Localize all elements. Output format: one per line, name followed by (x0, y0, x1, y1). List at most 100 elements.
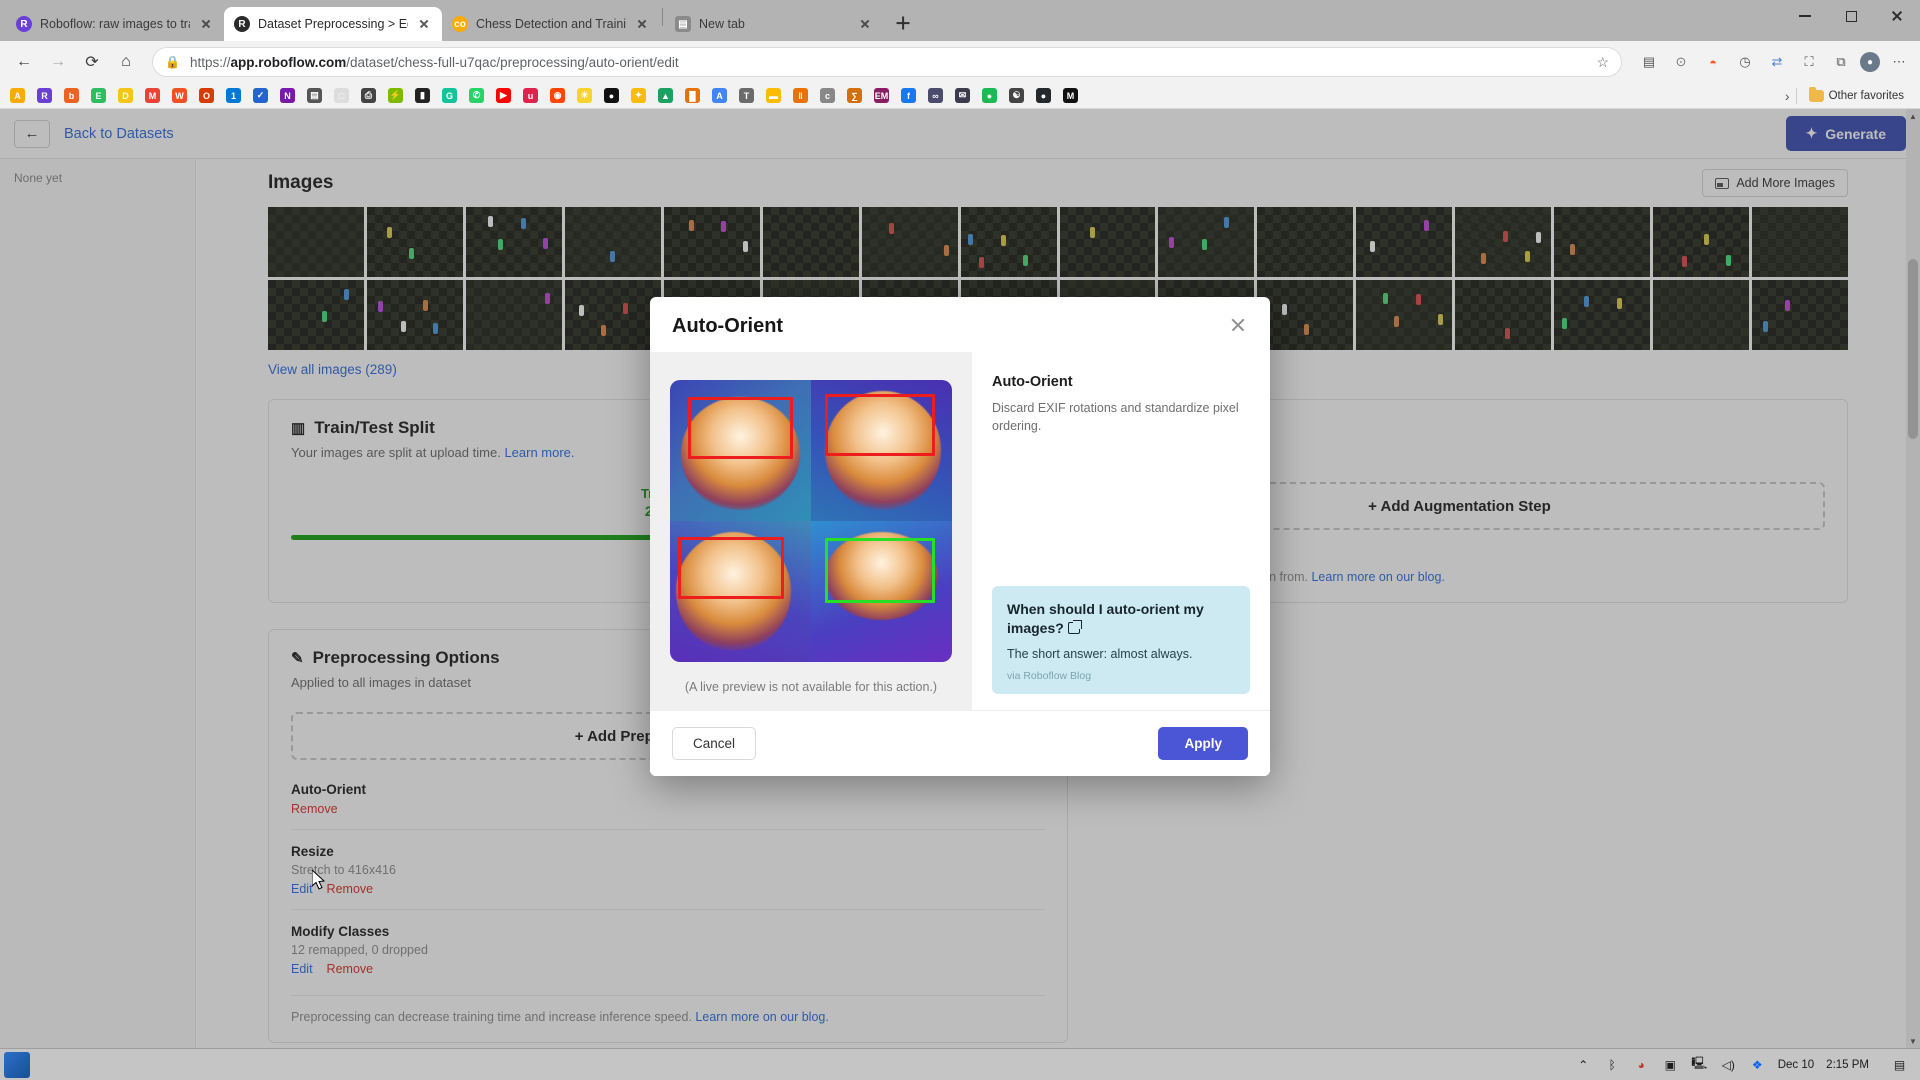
screenshot-icon[interactable]: ⛶ (1796, 49, 1822, 75)
whatsapp-bookmark[interactable]: ✆ (463, 85, 490, 107)
action-center-icon[interactable]: ▤ (1891, 1056, 1908, 1073)
trello-bookmark[interactable]: T (733, 85, 760, 107)
browser-tab-4[interactable]: ▤ New tab (665, 7, 883, 41)
info-card[interactable]: When should I auto-orient my images? The… (992, 586, 1250, 694)
medium-bookmark[interactable]: M (1057, 85, 1084, 107)
analytics-bookmark[interactable]: A (4, 85, 31, 107)
roboflow-bookmark[interactable]: R (31, 85, 58, 107)
browser-tab-2[interactable]: R Dataset Preprocessing > Edit au (224, 7, 442, 41)
bitly-icon: b (64, 88, 79, 103)
spotify-bookmark[interactable]: ● (976, 85, 1003, 107)
minimize-button[interactable] (1782, 0, 1828, 32)
evernote-icon: E (91, 88, 106, 103)
css-icon: c (820, 88, 835, 103)
browser-toolbar-icons: ▤ ⊙ ◓ ◷ ⇄ ⛶ ⧉ ● ⋯ (1632, 49, 1912, 75)
news-bookmark[interactable]: ▤ (301, 85, 328, 107)
office-bookmark[interactable]: O (193, 85, 220, 107)
yin-icon: ☯ (1009, 88, 1024, 103)
modal-body: (A live preview is not available for thi… (650, 352, 1270, 710)
split-screen-icon[interactable]: ⧉ (1828, 49, 1854, 75)
taskbar-clock[interactable]: Dec 10 2:15 PM (1778, 1059, 1869, 1071)
facebook-bookmark[interactable]: f (895, 85, 922, 107)
onedrive-bookmark[interactable]: 1 (220, 85, 247, 107)
drive-bookmark[interactable]: D (112, 85, 139, 107)
chevron-up-icon[interactable]: ⌃ (1575, 1056, 1592, 1073)
modal-header: Auto-Orient (650, 297, 1270, 352)
maximize-button[interactable] (1828, 0, 1874, 32)
em-bookmark[interactable]: EM (868, 85, 895, 107)
profile-avatar-icon[interactable]: ● (1860, 52, 1880, 72)
mailchimp-bookmark[interactable]: u (517, 85, 544, 107)
stats-bookmark[interactable]: ‖ (787, 85, 814, 107)
github-bookmark[interactable]: ● (1030, 85, 1057, 107)
more-menu-icon[interactable]: ⋯ (1886, 49, 1912, 75)
gmail-bookmark[interactable]: M (139, 85, 166, 107)
apply-button[interactable]: Apply (1158, 727, 1248, 760)
bluetooth-icon[interactable]: ᛒ (1604, 1056, 1621, 1073)
other-favorites-folder[interactable]: Other favorites (1803, 90, 1910, 102)
tab-close-icon[interactable] (857, 16, 873, 32)
security-icon[interactable]: ◕ (1633, 1056, 1650, 1073)
browser-tab-3[interactable]: co Chess Detection and Training us (442, 7, 660, 41)
reddit-bookmark[interactable]: ◉ (544, 85, 571, 107)
volume-icon[interactable]: ◁) (1720, 1056, 1737, 1073)
analytics2-bookmark[interactable]: █ (679, 85, 706, 107)
keep-bookmark[interactable]: ▬ (760, 85, 787, 107)
onenote-bookmark[interactable]: N (274, 85, 301, 107)
windows-start-icon[interactable] (4, 1052, 30, 1078)
extension-icon[interactable]: ⊙ (1668, 49, 1694, 75)
close-window-button[interactable] (1874, 0, 1920, 32)
star-icon[interactable]: ☆ (1596, 54, 1609, 71)
graphics-icon[interactable]: ▣ (1662, 1056, 1679, 1073)
brave-icon[interactable]: ◓ (1700, 49, 1726, 75)
roboflow-icon: R (16, 16, 32, 32)
external-link-icon (1068, 622, 1080, 634)
tab-close-icon[interactable] (416, 16, 432, 32)
grammarly-bookmark[interactable]: G (436, 85, 463, 107)
todo-bookmark[interactable]: ✓ (247, 85, 274, 107)
bookmarks-chevron-icon[interactable]: › (1785, 88, 1790, 104)
microsoft-bookmark[interactable]: W (166, 85, 193, 107)
clock-icon[interactable]: ◷ (1732, 49, 1758, 75)
bitly-bookmark[interactable]: b (58, 85, 85, 107)
back-button[interactable]: ← (8, 46, 40, 78)
microsoft-icon: W (172, 88, 187, 103)
modal-detail-description: Discard EXIF rotations and standardize p… (992, 399, 1250, 435)
dropbox-icon[interactable]: ❖ (1749, 1056, 1766, 1073)
cancel-button[interactable]: Cancel (672, 727, 756, 760)
css-bookmark[interactable]: c (814, 85, 841, 107)
browser-tab-1[interactable]: R Roboflow: raw images to trained (6, 7, 224, 41)
evernote-bookmark[interactable]: E (85, 85, 112, 107)
tab-close-icon[interactable] (198, 16, 214, 32)
sigma-bookmark[interactable]: ∑ (841, 85, 868, 107)
reload-button[interactable]: ⟳ (76, 46, 108, 78)
network-icon[interactable]: 🖳 (1691, 1056, 1708, 1073)
navigation-bar: ← → ⟳ ⌂ 🔒 https://app.roboflow.com/datas… (0, 41, 1920, 83)
youtube-bookmark[interactable]: ▶ (490, 85, 517, 107)
new-tab-button[interactable] (889, 9, 917, 37)
adwords-bookmark[interactable]: A (706, 85, 733, 107)
infinity-bookmark[interactable]: ∞ (922, 85, 949, 107)
slides-bookmark[interactable]: ✦ (625, 85, 652, 107)
em-icon: EM (874, 88, 889, 103)
home-button[interactable]: ⌂ (110, 46, 142, 78)
idea-bookmark[interactable]: ☀ (571, 85, 598, 107)
print-bookmark[interactable]: ⎙ (355, 85, 382, 107)
device-bookmark[interactable]: ▮ (409, 85, 436, 107)
collections-icon[interactable]: ▤ (1636, 49, 1662, 75)
flash-bookmark[interactable]: ⚡ (382, 85, 409, 107)
auto-orient-modal-layer: Auto-Orient (0, 109, 1920, 1048)
translate-icon[interactable]: ⇄ (1764, 49, 1790, 75)
onenote-icon: N (280, 88, 295, 103)
address-bar[interactable]: 🔒 https://app.roboflow.com/dataset/chess… (152, 47, 1622, 77)
fitbit-bookmark[interactable]: ● (598, 85, 625, 107)
close-icon[interactable] (1228, 315, 1248, 335)
medium-icon: M (1063, 88, 1078, 103)
inbox-bookmark[interactable]: ✉ (949, 85, 976, 107)
drive2-bookmark[interactable]: ▲ (652, 85, 679, 107)
tab-close-icon[interactable] (634, 16, 650, 32)
forward-button[interactable]: → (42, 46, 74, 78)
tab-title: Dataset Preprocessing > Edit au (258, 17, 408, 31)
doc-bookmark[interactable]: □ (328, 85, 355, 107)
yin-bookmark[interactable]: ☯ (1003, 85, 1030, 107)
